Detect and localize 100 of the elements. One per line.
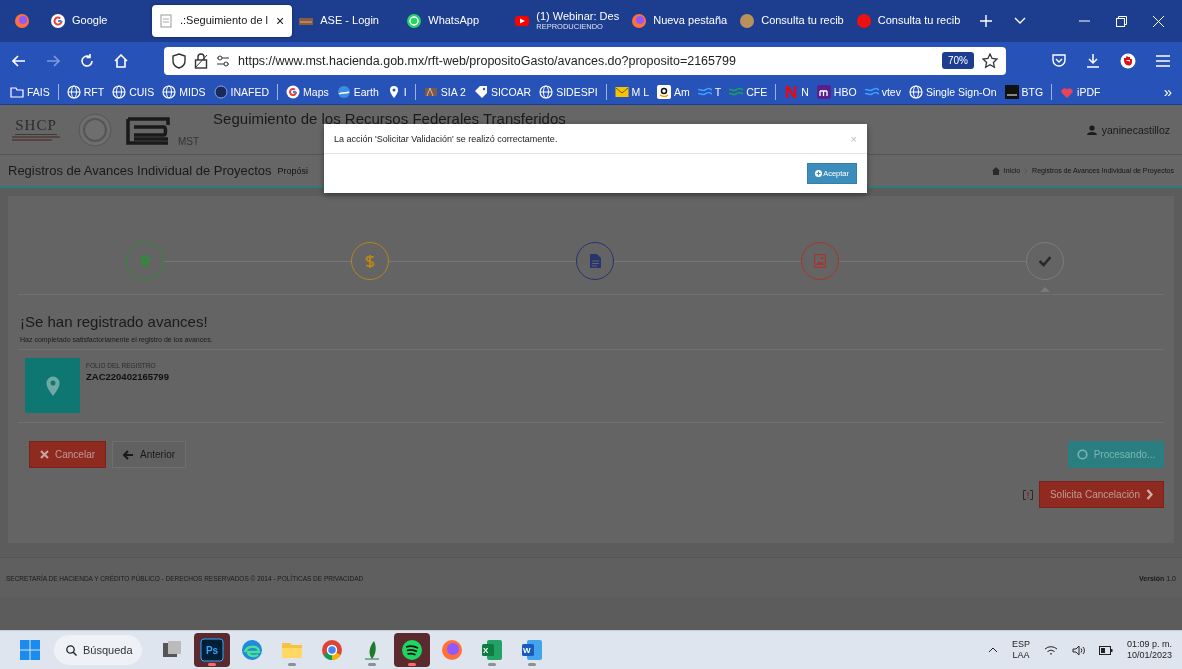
success-heading: ¡Se han registrado avances!: [20, 313, 209, 330]
photoshop-icon: [199, 637, 225, 663]
user-icon: [1086, 124, 1097, 135]
forward-arrow-icon[interactable]: [46, 54, 60, 67]
plus-circle-icon: [815, 170, 823, 177]
bookmark[interactable]: MIDS: [158, 84, 210, 99]
chevron-down-icon[interactable]: [1014, 17, 1027, 25]
left-arrow-icon: [123, 449, 135, 460]
speaker-icon[interactable]: [1071, 644, 1085, 656]
bookmark[interactable]: SIDESPI: [535, 84, 602, 99]
bookmark[interactable]: CFE: [725, 84, 772, 99]
location-pin-icon: [45, 375, 60, 396]
bookmark[interactable]: CUIS: [108, 84, 159, 99]
browser-tab[interactable]: Google: [44, 5, 152, 37]
bookmark[interactable]: FAIS: [6, 84, 54, 99]
address-bar[interactable]: https://www.mst.hacienda.gob.mx/rft-web/propositoGasto/avances.do?proposito=2165799 70%: [164, 46, 1006, 75]
document-icon: [589, 254, 601, 268]
planet-icon: [336, 84, 351, 99]
circle-icon: [855, 13, 872, 29]
download-icon[interactable]: [1086, 53, 1100, 68]
reload-icon[interactable]: [80, 53, 94, 68]
windows-start-icon[interactable]: [20, 640, 40, 660]
mail-icon: [614, 84, 629, 99]
bookmark[interactable]: vtev: [860, 84, 905, 99]
btg-logo-icon: [1004, 84, 1019, 99]
chevron-up-icon[interactable]: [987, 647, 998, 653]
language-indicator[interactable]: ESP: [1011, 638, 1030, 650]
firefox-icon: [439, 637, 465, 663]
tag-icon: [473, 84, 488, 99]
browser-tab[interactable]: Consulta tu recib: [849, 5, 967, 37]
clock-time[interactable]: 01:09 p. m.: [1126, 638, 1172, 650]
whatsapp-icon: [406, 13, 423, 29]
bookmark[interactable]: Earth: [332, 84, 383, 99]
tab-title[interactable]: .:Seguimiento de l: [180, 15, 269, 27]
spinner-icon: [1076, 449, 1088, 460]
shield-icon: [172, 52, 186, 69]
app-glyph: X: [483, 645, 489, 655]
browser-tab[interactable]: WhatsApp: [400, 5, 509, 37]
seal-icon: [213, 84, 228, 99]
lock-icon: [194, 52, 208, 69]
search-icon: [66, 644, 77, 656]
word-icon: [519, 637, 545, 663]
close-icon[interactable]: [1153, 15, 1164, 27]
globe-icon: [162, 84, 177, 99]
bookmark[interactable]: BTG: [1000, 84, 1048, 99]
document-icon: [158, 13, 174, 29]
hbo-icon: [816, 84, 831, 99]
warning-bracket-icon: [1022, 489, 1033, 500]
clock-date[interactable]: 10/01/2023: [1126, 650, 1172, 662]
tab-close-button[interactable]: ×: [274, 13, 287, 29]
dollar-icon: [364, 254, 376, 268]
restore-icon[interactable]: [1116, 15, 1127, 27]
hand-icon[interactable]: [1120, 52, 1136, 69]
image-icon: [814, 254, 826, 268]
taskbar-app[interactable]: X: [474, 633, 510, 667]
firefox-icon: [631, 13, 648, 29]
overflow-button[interactable]: »: [1157, 83, 1178, 100]
browser-tab[interactable]: Nueva pestaña: [625, 5, 734, 37]
app-glyph: Ps: [205, 644, 219, 656]
search-field[interactable]: Búsqueda: [54, 635, 142, 665]
chevron-right-icon: [1146, 489, 1153, 500]
url-text[interactable]: https://www.mst.hacienda.gob.mx/rft-web/propositoGasto/avances.do?proposito=2165799: [238, 53, 934, 68]
bookmark[interactable]: Single Sign-On: [904, 84, 1001, 99]
amazon-icon: [657, 84, 672, 99]
bookmark[interactable]: I: [382, 84, 411, 99]
menu-icon[interactable]: [1156, 54, 1170, 67]
bookmark[interactable]: HBO: [812, 84, 861, 99]
netflix-icon: [784, 84, 799, 99]
bookmark[interactable]: Am: [653, 84, 694, 99]
browser-tab[interactable]: ASE - Login: [292, 5, 401, 37]
bookmark[interactable]: iPDF: [1056, 84, 1105, 99]
star-icon[interactable]: [982, 52, 998, 69]
bookmark[interactable]: SICOAR: [469, 84, 536, 99]
bookmark[interactable]: RFT: [62, 84, 109, 99]
pocket-icon[interactable]: [1052, 54, 1066, 67]
battery-icon[interactable]: [1098, 645, 1113, 655]
x-mark-icon: [40, 450, 49, 459]
page-subtitle: Propósi: [277, 165, 309, 176]
globe-icon: [908, 84, 923, 99]
taskbar-app[interactable]: [394, 633, 430, 667]
bookmark[interactable]: T: [693, 84, 726, 99]
bookmark[interactable]: INAFED: [209, 84, 274, 99]
excel-icon: [479, 637, 505, 663]
keyboard-layout[interactable]: LAA: [1012, 650, 1030, 662]
bookmark[interactable]: N: [780, 84, 813, 99]
bookmark[interactable]: M L: [610, 84, 654, 99]
bookmark[interactable]: Maps: [282, 84, 333, 99]
browser-tab[interactable]: .:Seguimiento de l ×: [152, 5, 293, 37]
back-arrow-icon[interactable]: [12, 54, 26, 67]
browser-tab[interactable]: Consulta tu recib: [733, 5, 850, 37]
location-pin-icon: [139, 254, 151, 268]
bookmark[interactable]: SIA 2: [419, 84, 470, 99]
firefox-icon[interactable]: [14, 13, 30, 29]
zoom-badge[interactable]: 70%: [942, 52, 974, 69]
home-icon[interactable]: [114, 53, 128, 68]
wifi-icon[interactable]: [1043, 644, 1058, 656]
new-tab-icon[interactable]: [980, 15, 993, 27]
app-title: Seguimiento de los Recursos Federales Transferidos: [213, 110, 566, 127]
taskbar-app[interactable]: Ps: [194, 633, 230, 667]
taskbar-app[interactable]: W: [514, 633, 550, 667]
